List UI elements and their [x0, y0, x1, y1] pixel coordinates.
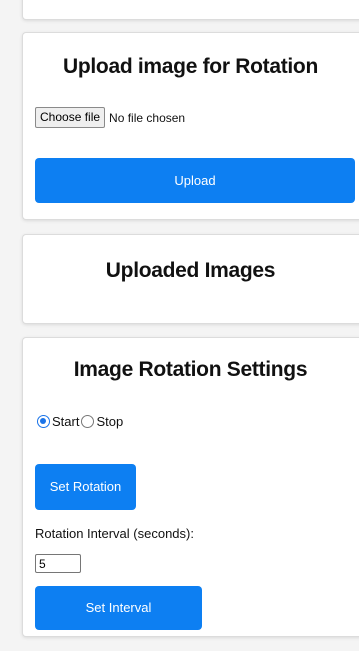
file-input-row[interactable]: Choose file No file chosen — [35, 107, 185, 128]
upload-card: Upload image for Rotation Choose file No… — [22, 32, 359, 220]
uploaded-images-card: Uploaded Images — [22, 234, 359, 324]
rotation-settings-title: Image Rotation Settings — [73, 358, 308, 381]
upload-button[interactable]: Upload — [35, 158, 355, 203]
file-status-text: No file chosen — [109, 110, 186, 125]
set-rotation-button[interactable]: Set Rotation — [35, 464, 136, 510]
start-radio[interactable] — [37, 415, 50, 428]
top-card-partial — [22, 0, 359, 20]
rotation-interval-label: Rotation Interval (seconds): — [35, 526, 194, 541]
choose-file-button[interactable]: Choose file — [35, 107, 106, 128]
rotation-interval-input[interactable] — [35, 554, 81, 573]
start-radio-label[interactable]: Start — [52, 414, 79, 429]
stop-radio-label[interactable]: Stop — [96, 414, 123, 429]
rotation-mode-radio-group: Start Stop — [37, 414, 125, 429]
upload-card-title: Upload image for Rotation — [62, 55, 318, 78]
set-interval-button[interactable]: Set Interval — [35, 586, 202, 630]
rotation-settings-card: Image Rotation Settings Start Stop Set R… — [22, 337, 359, 637]
uploaded-images-title: Uploaded Images — [105, 259, 276, 282]
page: Upload image for Rotation Choose file No… — [0, 0, 359, 651]
stop-radio[interactable] — [81, 415, 95, 428]
